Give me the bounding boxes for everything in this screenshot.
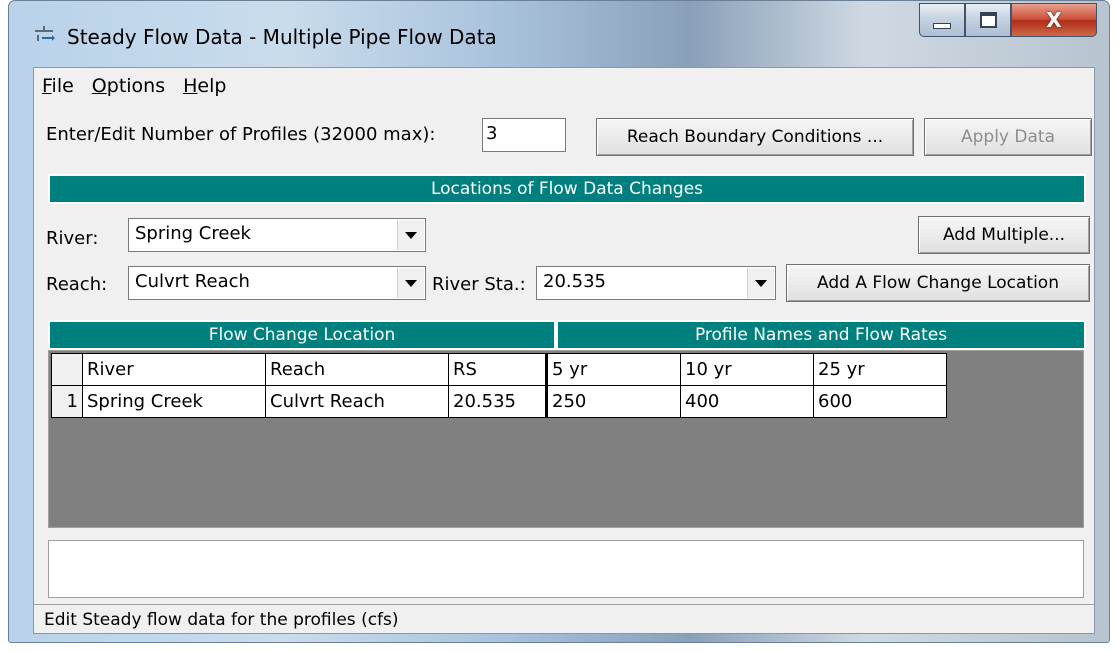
menu-bar: File Options Help: [34, 68, 1094, 104]
reach-label: Reach:: [46, 274, 108, 295]
table-row: 1 Spring Creek Culvrt Reach 20.535 250 4…: [51, 385, 947, 418]
message-box: [48, 540, 1084, 598]
flow-data-table: River Reach RS 5 yr 10 yr 25 yr 1 Spring…: [51, 353, 947, 418]
chevron-down-icon[interactable]: [397, 268, 424, 298]
status-bar: Edit Steady flow data for the profiles (…: [34, 604, 1094, 635]
status-text: Edit Steady flow data for the profiles (…: [44, 610, 399, 630]
minimize-button[interactable]: [919, 3, 965, 37]
cell-rs[interactable]: 20.535: [448, 385, 547, 418]
column-header-river: River: [82, 353, 266, 386]
maximize-icon: [979, 12, 997, 28]
add-multiple-button[interactable]: Add Multiple...: [918, 216, 1090, 254]
minimize-icon: [933, 23, 951, 29]
profiles-label: Enter/Edit Number of Profiles (32000 max…: [46, 124, 436, 145]
river-sta-value: 20.535: [543, 271, 606, 292]
river-sta-label: River Sta.:: [432, 274, 526, 295]
maximize-button[interactable]: [965, 3, 1011, 37]
reach-boundary-conditions-button[interactable]: Reach Boundary Conditions ...: [596, 118, 914, 156]
river-sta-select[interactable]: 20.535: [536, 266, 776, 300]
river-select[interactable]: Spring Creek: [128, 218, 426, 252]
window-title: Steady Flow Data - Multiple Pipe Flow Da…: [67, 25, 497, 49]
app-icon: [35, 26, 55, 41]
menu-file[interactable]: File: [42, 75, 74, 97]
table-header-row: River Reach RS 5 yr 10 yr 25 yr: [51, 353, 947, 386]
profile-names-banner: Profile Names and Flow Rates: [556, 320, 1086, 350]
chevron-down-icon[interactable]: [747, 268, 774, 298]
add-flow-change-location-button[interactable]: Add A Flow Change Location: [786, 264, 1090, 302]
column-header-25yr: 25 yr: [813, 353, 947, 386]
cell-flow-10yr[interactable]: 400: [680, 385, 814, 418]
profiles-count-input[interactable]: 3: [482, 118, 566, 152]
row-number: 1: [51, 385, 83, 418]
steady-flow-window: Steady Flow Data - Multiple Pipe Flow Da…: [8, 0, 1110, 643]
reach-value: Culvrt Reach: [135, 271, 250, 292]
column-header-rs: RS: [448, 353, 547, 386]
column-header-reach: Reach: [265, 353, 449, 386]
close-button[interactable]: X: [1011, 3, 1097, 37]
flow-data-grid: River Reach RS 5 yr 10 yr 25 yr 1 Spring…: [48, 350, 1084, 528]
locations-banner: Locations of Flow Data Changes: [48, 174, 1086, 204]
menu-options[interactable]: Options: [92, 75, 165, 97]
client-area: File Options Help Enter/Edit Number of P…: [33, 67, 1095, 634]
close-icon: X: [1046, 8, 1062, 32]
row-header-corner: [51, 353, 83, 386]
apply-data-button[interactable]: Apply Data: [924, 118, 1092, 156]
river-value: Spring Creek: [135, 223, 251, 244]
reach-select[interactable]: Culvrt Reach: [128, 266, 426, 300]
river-label: River:: [46, 228, 99, 249]
flow-change-location-banner: Flow Change Location: [48, 320, 556, 350]
chevron-down-icon[interactable]: [397, 220, 424, 250]
cell-reach[interactable]: Culvrt Reach: [265, 385, 449, 418]
cell-river[interactable]: Spring Creek: [82, 385, 266, 418]
cell-flow-5yr[interactable]: 250: [545, 385, 681, 418]
column-header-5yr: 5 yr: [545, 353, 681, 386]
cell-flow-25yr[interactable]: 600: [813, 385, 947, 418]
menu-help[interactable]: Help: [183, 75, 226, 97]
caption-buttons: X: [919, 3, 1097, 39]
column-header-10yr: 10 yr: [680, 353, 814, 386]
title-bar[interactable]: Steady Flow Data - Multiple Pipe Flow Da…: [9, 1, 1109, 67]
